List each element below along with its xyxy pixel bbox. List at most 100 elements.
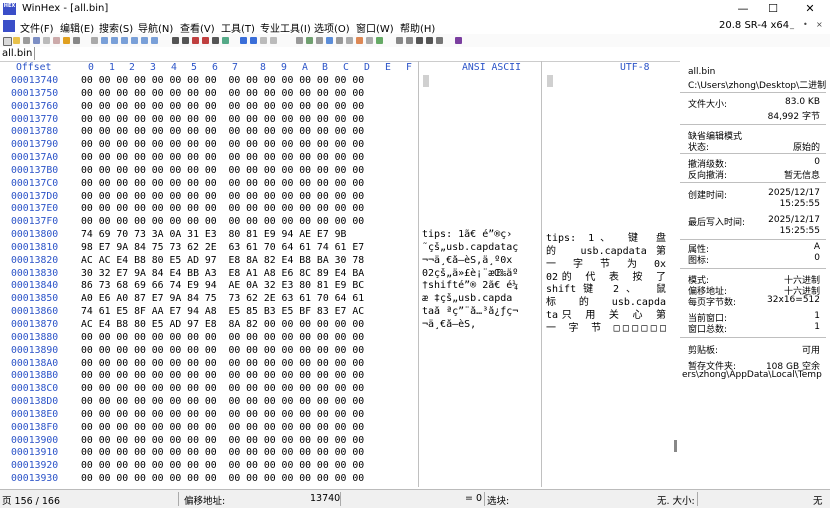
row-hex-bytes[interactable]: 86 73 68 69 66 74 E9 94 AE 0A 32 E3 80 8… [81,280,364,291]
row-hex-bytes[interactable]: AC E4 B8 80 E5 AD 97 E8 8A 82 00 00 00 0… [81,319,364,330]
row-hex-bytes[interactable]: 00 00 00 00 00 00 00 00 00 00 00 00 00 0… [81,422,364,433]
menu-navigate[interactable]: 导航(N) [138,20,173,35]
row-ansi-text[interactable]: tips: 1ã€ é”®ç› [422,229,542,240]
pointer-icon[interactable] [436,37,443,44]
row-ansi-text[interactable]: ˜çš„usb.capdataç [422,242,542,253]
row-hex-bytes[interactable]: 00 00 00 00 00 00 00 00 00 00 00 00 00 0… [81,216,364,227]
cut-icon[interactable] [101,37,108,44]
row-hex-bytes[interactable]: 74 61 E5 8F AA E7 94 A8 E5 85 B3 E5 BF 8… [81,306,364,317]
hex-editor-pane[interactable]: Offset 0 1 2 3 4 5 6 7 8 9 A B C D E F ANSI ASCII UTF-8… [0,61,672,487]
clipboard-icon[interactable] [141,37,148,44]
info-icon[interactable] [455,37,462,44]
row-hex-bytes[interactable]: AC AC E4 B8 80 E5 AD 97 E8 8A 82 E4 B8 B… [81,255,364,266]
menu-view[interactable]: 查看(V) [180,20,215,35]
print-icon[interactable] [33,37,40,44]
properties-icon[interactable] [43,37,50,44]
row-hex-bytes[interactable]: 00 00 00 00 00 00 00 00 00 00 00 00 00 0… [81,345,364,356]
script-icon[interactable] [376,37,383,44]
row-hex-bytes[interactable]: 98 E7 9A 84 75 73 62 2E 63 61 70 64 61 7… [81,242,364,253]
hash-icon[interactable] [336,37,343,44]
row-hex-bytes[interactable]: 00 00 00 00 00 00 00 00 00 00 00 00 00 0… [81,435,364,446]
find-next-icon[interactable] [212,37,219,44]
row-hex-bytes[interactable]: 00 00 00 00 00 00 00 00 00 00 00 00 00 0… [81,203,364,214]
row-hex-bytes[interactable]: 00 00 00 00 00 00 00 00 00 00 00 00 00 0… [81,165,364,176]
row-hex-bytes[interactable]: 00 00 00 00 00 00 00 00 00 00 00 00 00 0… [81,114,364,125]
mdi-restore-button[interactable]: • [803,20,808,29]
goto-offset-icon[interactable] [240,37,247,44]
menu-file[interactable]: 文件(F) [20,20,54,35]
row-ansi-text[interactable]: taå ªç”¨å…³å¿ƒç¬ [422,306,542,317]
row-hex-bytes[interactable]: 00 00 00 00 00 00 00 00 00 00 00 00 00 0… [81,358,364,369]
mdi-close-button[interactable]: × [816,20,823,29]
row-hex-bytes[interactable]: 00 00 00 00 00 00 00 00 00 00 00 00 00 0… [81,473,364,484]
row-hex-bytes[interactable]: 00 00 00 00 00 00 00 00 00 00 00 00 00 0… [81,178,364,189]
find-replace-icon[interactable] [182,37,189,44]
goto-icon[interactable] [222,37,229,44]
row-hex-bytes[interactable]: A0 E6 A0 87 E7 9A 84 75 73 62 2E 63 61 7… [81,293,364,304]
copy-icon[interactable] [111,37,118,44]
ram-icon[interactable] [306,37,313,44]
row-hex-bytes[interactable]: 74 69 70 73 3A 0A 31 E3 80 81 E9 94 AE E… [81,229,346,240]
find-hex-icon[interactable] [202,37,209,44]
find-icon[interactable] [172,37,179,44]
disk-tool-icon[interactable] [296,37,303,44]
mdi-minimize-button[interactable]: _ [790,20,794,29]
minimize-button[interactable]: — [728,2,758,16]
menu-edit[interactable]: 编辑(E) [60,20,94,35]
new-file-icon[interactable] [3,37,12,46]
open-folder-icon[interactable] [13,37,20,44]
calculator-icon[interactable] [316,37,323,44]
save-all-icon[interactable] [73,37,80,44]
disk-icon[interactable] [53,37,60,44]
menu-tools[interactable]: 工具(T) [221,20,255,35]
edit-tool-icon[interactable] [356,37,363,44]
close-button[interactable]: ✕ [795,2,825,16]
back-icon[interactable] [260,37,267,44]
tab-all-bin[interactable]: all.bin [0,47,35,60]
scrollbar-thumb[interactable] [674,440,677,452]
row-utf8-text[interactable]: 一 字 节 □□□□□□ [546,319,666,334]
row-hex-bytes[interactable]: 00 00 00 00 00 00 00 00 00 00 00 00 00 0… [81,152,364,163]
row-ansi-text[interactable]: æ ‡çš„usb.capda [422,293,542,304]
row-ansi-text[interactable]: ¬¬ä¸€å­—èŠ‚ä¸º0x [422,255,542,266]
maximize-button[interactable]: ☐ [758,2,788,16]
analysis-icon[interactable] [326,37,333,44]
block-icon[interactable] [151,37,158,44]
next-window-icon[interactable] [426,37,433,44]
find-text-icon[interactable] [192,37,199,44]
columns-icon[interactable] [416,37,423,44]
folder-open-icon[interactable] [63,37,70,44]
row-hex-bytes[interactable]: 00 00 00 00 00 00 00 00 00 00 00 00 00 0… [81,370,364,381]
row-ansi-text[interactable]: 02çš„ä»£è¡¨æŒ‰äº [422,268,542,279]
paste-write-icon[interactable] [131,37,138,44]
goto-sector-icon[interactable] [250,37,257,44]
row-hex-bytes[interactable]: 00 00 00 00 00 00 00 00 00 00 00 00 00 0… [81,447,364,458]
menu-window[interactable]: 窗口(W) [356,20,394,35]
view-mode-icon[interactable] [396,37,403,44]
row-hex-bytes[interactable]: 00 00 00 00 00 00 00 00 00 00 00 00 00 0… [81,101,364,112]
paste-icon[interactable] [121,37,128,44]
forward-icon[interactable] [270,37,277,44]
row-hex-bytes[interactable]: 00 00 00 00 00 00 00 00 00 00 00 00 00 0… [81,139,364,150]
document-icon[interactable] [3,20,15,32]
row-hex-bytes[interactable]: 00 00 00 00 00 00 00 00 00 00 00 00 00 0… [81,409,364,420]
undo-icon[interactable] [91,37,98,44]
row-hex-bytes[interactable]: 00 00 00 00 00 00 00 00 00 00 00 00 00 0… [81,332,364,343]
row-hex-bytes[interactable]: 00 00 00 00 00 00 00 00 00 00 00 00 00 0… [81,460,364,471]
compare-icon[interactable] [366,37,373,44]
row-ansi-text[interactable]: †shifté”® 2ã€ é¼ [422,280,542,291]
menu-search[interactable]: 搜索(S) [99,20,133,35]
row-hex-bytes[interactable]: 00 00 00 00 00 00 00 00 00 00 00 00 00 0… [81,126,364,137]
row-ansi-text[interactable]: ¬ä¸€å­—èŠ‚ [422,319,542,330]
row-hex-bytes[interactable]: 00 00 00 00 00 00 00 00 00 00 00 00 00 0… [81,383,364,394]
row-hex-bytes[interactable]: 00 00 00 00 00 00 00 00 00 00 00 00 00 0… [81,88,364,99]
row-hex-bytes[interactable]: 00 00 00 00 00 00 00 00 00 00 00 00 00 0… [81,75,364,86]
menu-pro-tools[interactable]: 专业工具(I) [260,20,311,35]
save-icon[interactable] [23,37,30,44]
search-tool-icon[interactable] [346,37,353,44]
row-hex-bytes[interactable]: 00 00 00 00 00 00 00 00 00 00 00 00 00 0… [81,396,364,407]
menu-help[interactable]: 帮助(H) [400,20,435,35]
row-hex-bytes[interactable]: 30 32 E7 9A 84 E4 BB A3 E8 A1 A8 E6 8C 8… [81,268,364,279]
row-hex-bytes[interactable]: 00 00 00 00 00 00 00 00 00 00 00 00 00 0… [81,191,364,202]
menu-options[interactable]: 选项(O) [314,20,350,35]
